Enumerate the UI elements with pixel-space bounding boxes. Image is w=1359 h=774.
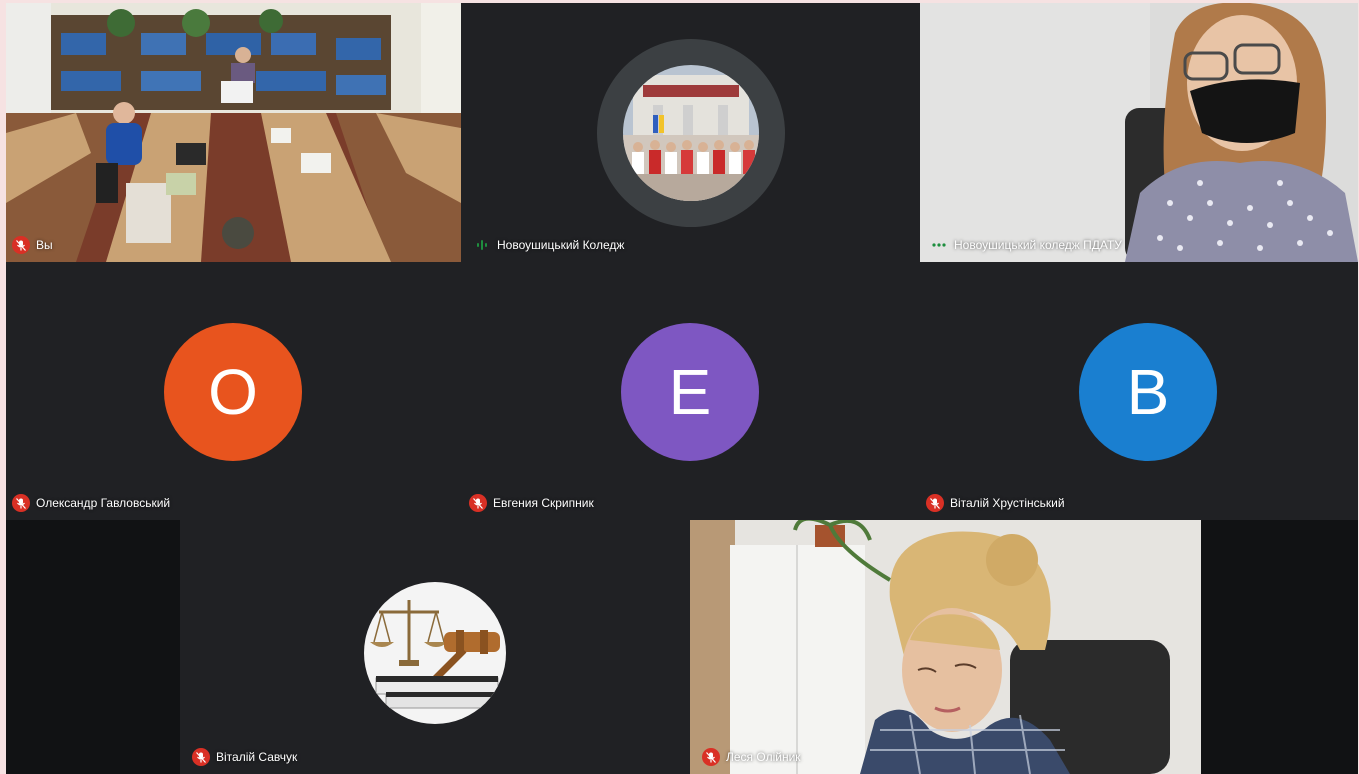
avatar-letter: B xyxy=(1126,356,1170,428)
participant-nameplate: Віталій Хрустінський xyxy=(926,494,1065,512)
participant-name: Віталій Савчук xyxy=(216,750,298,764)
participant-name: Олександр Гавловський xyxy=(36,496,171,510)
participant-tile-yevheniia-skrypnyk[interactable]: E Евгения Скрипник xyxy=(463,262,920,520)
participant-tile-novoushytskyi-koledzh-pdatu[interactable]: Новоушицький коледж ПДАТУ xyxy=(920,3,1358,262)
avatar-letter: O xyxy=(208,356,258,428)
participant-tile-novoushytskyi-koledzh[interactable]: Новоушицький Коледж xyxy=(463,3,919,262)
participant-tile-self[interactable]: Вы xyxy=(6,3,461,262)
mic-off-icon xyxy=(12,494,30,512)
mic-off-icon xyxy=(926,494,944,512)
participant-name: Леся Олійник xyxy=(726,750,801,764)
audio-active-icon xyxy=(930,236,948,254)
participant-name: Віталій Хрустінський xyxy=(950,496,1065,510)
participant-name: Новоушицький Коледж xyxy=(497,238,625,252)
participant-video-feed xyxy=(920,3,1358,262)
participant-name: Новоушицький коледж ПДАТУ xyxy=(954,238,1122,252)
self-video-feed xyxy=(6,3,461,262)
participant-name: Вы xyxy=(36,238,53,252)
mic-off-icon xyxy=(469,494,487,512)
mic-off-icon xyxy=(12,236,30,254)
speaking-indicator-icon xyxy=(473,236,491,254)
letterbox-left xyxy=(6,520,180,774)
participant-video-feed xyxy=(690,520,1201,774)
participant-nameplate: Леся Олійник xyxy=(702,748,801,766)
participant-tile-vitalii-savchuk[interactable]: Віталій Савчук xyxy=(180,520,690,774)
letter-avatar: B xyxy=(1079,323,1217,461)
participant-nameplate: Евгения Скрипник xyxy=(469,494,594,512)
mic-off-icon xyxy=(192,748,210,766)
mic-off-icon xyxy=(702,748,720,766)
participant-nameplate: Новоушицький Коледж xyxy=(473,236,624,254)
participant-tile-lesia-oliinyk[interactable]: Леся Олійник xyxy=(690,520,1201,774)
letter-avatar: E xyxy=(621,323,759,461)
participant-tile-oleksandr-havlovskyi[interactable]: O Олександр Гавловський xyxy=(6,262,463,520)
participant-name: Евгения Скрипник xyxy=(493,496,594,510)
participant-nameplate: Віталій Савчук xyxy=(192,748,297,766)
letterbox-right xyxy=(1201,520,1358,774)
letter-avatar: O xyxy=(164,323,302,461)
participant-nameplate: Вы xyxy=(12,236,53,254)
participant-tile-vitalii-khrustinskyi[interactable]: B Віталій Хрустінський xyxy=(920,262,1358,520)
participant-nameplate: Олександр Гавловський xyxy=(12,494,170,512)
participant-photo-avatar xyxy=(623,65,759,201)
participant-nameplate: Новоушицький коледж ПДАТУ xyxy=(930,236,1122,254)
meeting-grid: Вы Новоушицький Коледж Новоушицький коле… xyxy=(6,3,1358,774)
participant-photo-avatar xyxy=(364,582,506,724)
avatar-letter: E xyxy=(668,356,712,428)
